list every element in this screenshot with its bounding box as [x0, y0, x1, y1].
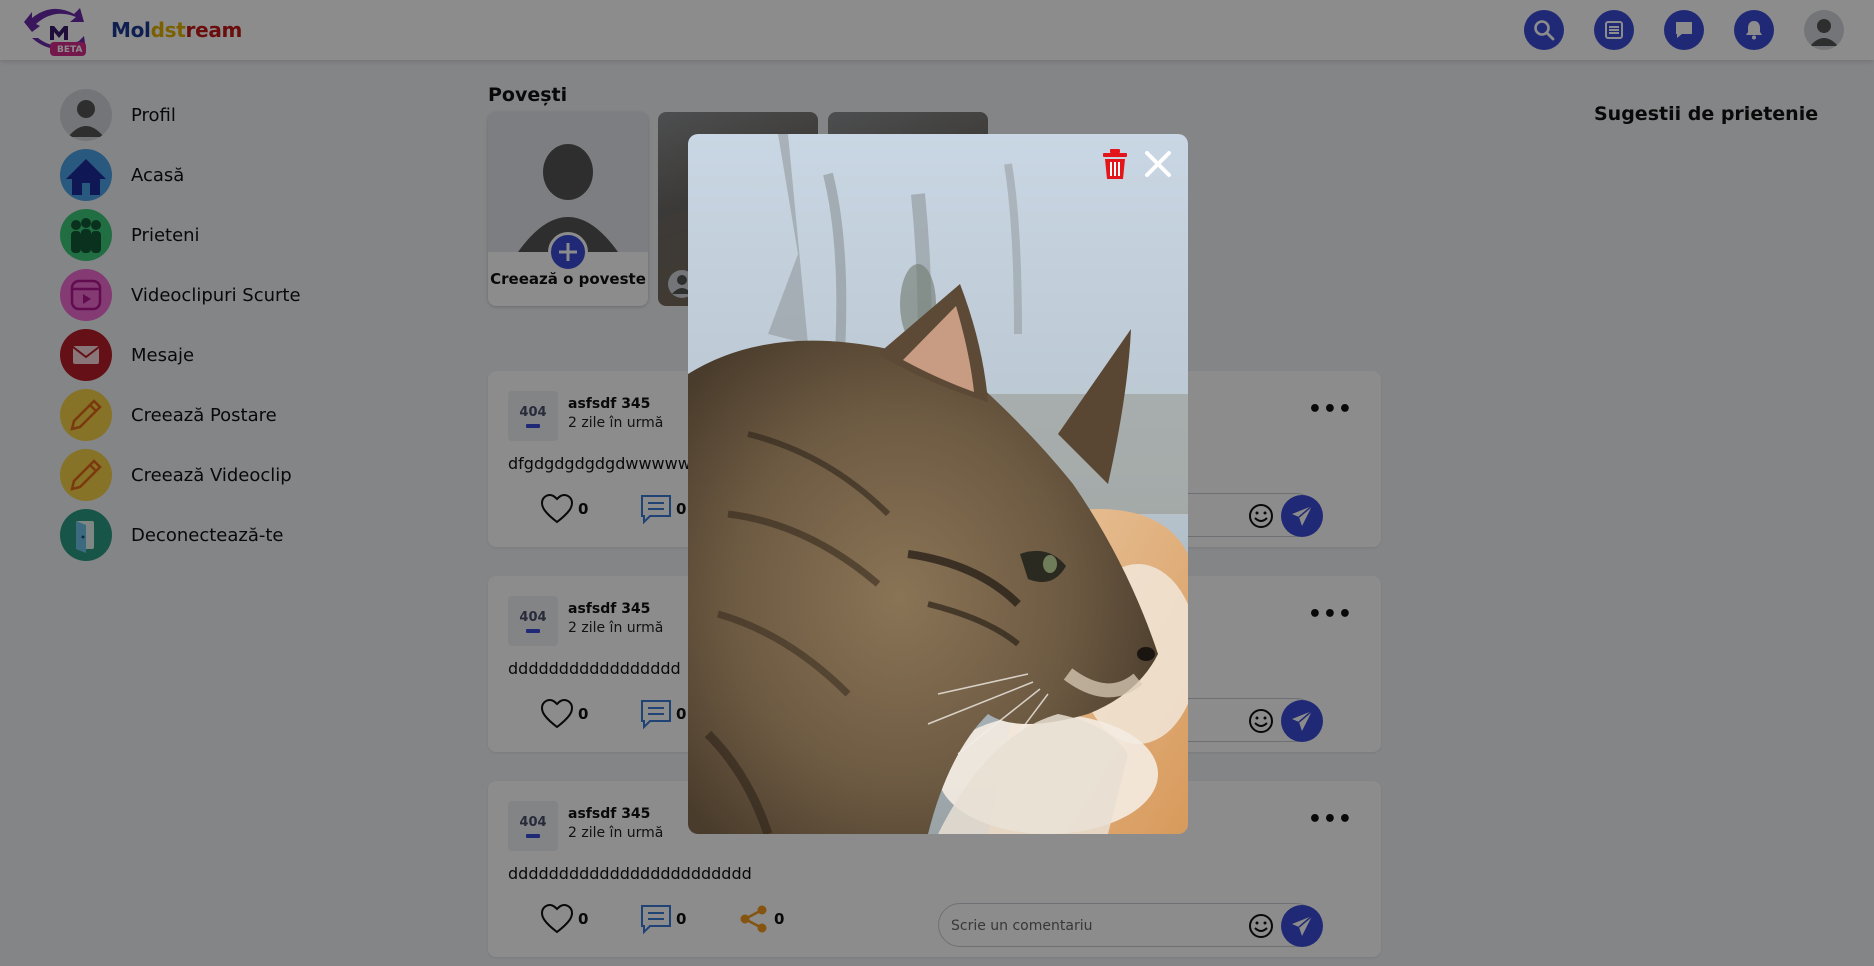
close-story-button[interactable] [1140, 146, 1176, 182]
story-viewer-modal [688, 134, 1188, 834]
story-image [688, 134, 1188, 834]
close-icon [1145, 151, 1171, 177]
delete-story-button[interactable] [1100, 146, 1130, 182]
trash-icon [1103, 149, 1127, 179]
